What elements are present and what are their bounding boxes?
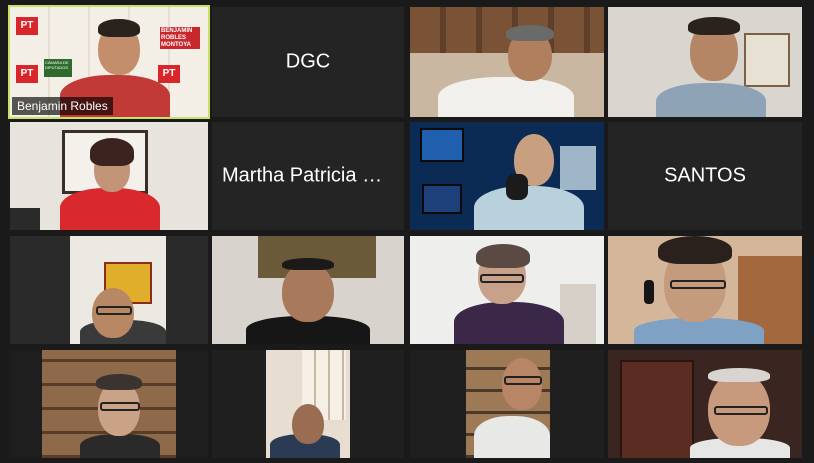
person-head — [292, 404, 324, 444]
pt-logo-text: PT — [20, 20, 34, 31]
candidate-name-text: BENJAMIN ROBLES MONTOYA — [161, 28, 193, 48]
pt-logo-red: PT — [16, 17, 38, 35]
desk-item — [10, 208, 40, 230]
participant-tile-10[interactable] — [212, 236, 404, 344]
wall-frame — [744, 33, 790, 87]
glasses-icon — [714, 406, 768, 415]
chair — [560, 284, 596, 344]
person-shirt — [656, 83, 766, 117]
glasses-icon — [100, 402, 140, 411]
participant-tile-15[interactable] — [410, 350, 604, 458]
person-shirt — [438, 77, 574, 117]
participant-tile-4[interactable] — [608, 7, 802, 117]
pt-logo-text: PT — [162, 68, 176, 79]
participant-name: DGC — [285, 50, 331, 73]
participant-name: SANTOS — [664, 164, 746, 187]
participant-tile-2[interactable]: DGC — [212, 7, 404, 117]
studio-monitor — [420, 128, 464, 162]
pt-logo-red: PT — [158, 65, 180, 83]
chamber-text: CÁMARA DE DIPUTADOS — [45, 60, 69, 70]
glasses-icon — [480, 274, 524, 283]
participant-tile-8[interactable]: SANTOS — [608, 122, 802, 230]
person-blouse — [454, 302, 564, 344]
studio-screen — [560, 146, 596, 190]
speaker-hair — [98, 19, 140, 37]
person-hair — [96, 374, 142, 390]
person-shirt — [80, 434, 160, 458]
person-hair — [476, 244, 530, 268]
person-hair — [708, 368, 770, 382]
participant-tile-5[interactable] — [10, 122, 208, 230]
person-hair — [506, 25, 554, 41]
glasses-icon — [504, 376, 542, 385]
participant-tile-3[interactable] — [410, 7, 604, 117]
studio-monitor — [422, 184, 462, 214]
participant-name: Martha Patricia Ra... — [222, 164, 404, 187]
person-shirt — [474, 416, 550, 458]
chamber-badge: CÁMARA DE DIPUTADOS — [44, 59, 72, 77]
microphone-icon — [506, 174, 528, 200]
participant-tile-9[interactable] — [10, 236, 208, 344]
participant-tile-13[interactable] — [10, 350, 208, 458]
pt-logo-text: PT — [20, 68, 34, 79]
person-shirt — [474, 186, 584, 230]
candidate-name-banner: BENJAMIN ROBLES MONTOYA — [160, 27, 200, 49]
participant-name-tag: Benjamin Robles — [12, 97, 113, 115]
participant-tile-14[interactable] — [212, 350, 404, 458]
person-head — [282, 262, 334, 322]
participant-tile-7[interactable] — [410, 122, 604, 230]
participant-tile-12[interactable] — [608, 236, 802, 344]
person-hair — [658, 236, 732, 264]
cabinet — [620, 360, 694, 458]
glasses-icon — [96, 306, 132, 315]
glasses-icon — [670, 280, 726, 289]
person-hair — [282, 258, 334, 270]
person-hair — [688, 17, 740, 35]
participant-tile-1[interactable]: PT PT PT BENJAMIN ROBLES MONTOYA CÁMARA … — [8, 5, 210, 119]
person-shirt — [60, 188, 160, 230]
participant-tile-6[interactable]: Martha Patricia Ra... — [212, 122, 404, 230]
participant-tile-16[interactable] — [608, 350, 802, 458]
headphones-icon — [644, 280, 654, 304]
person-hair — [90, 138, 134, 166]
pt-logo-red: PT — [16, 65, 38, 83]
participant-tile-11[interactable] — [410, 236, 604, 344]
